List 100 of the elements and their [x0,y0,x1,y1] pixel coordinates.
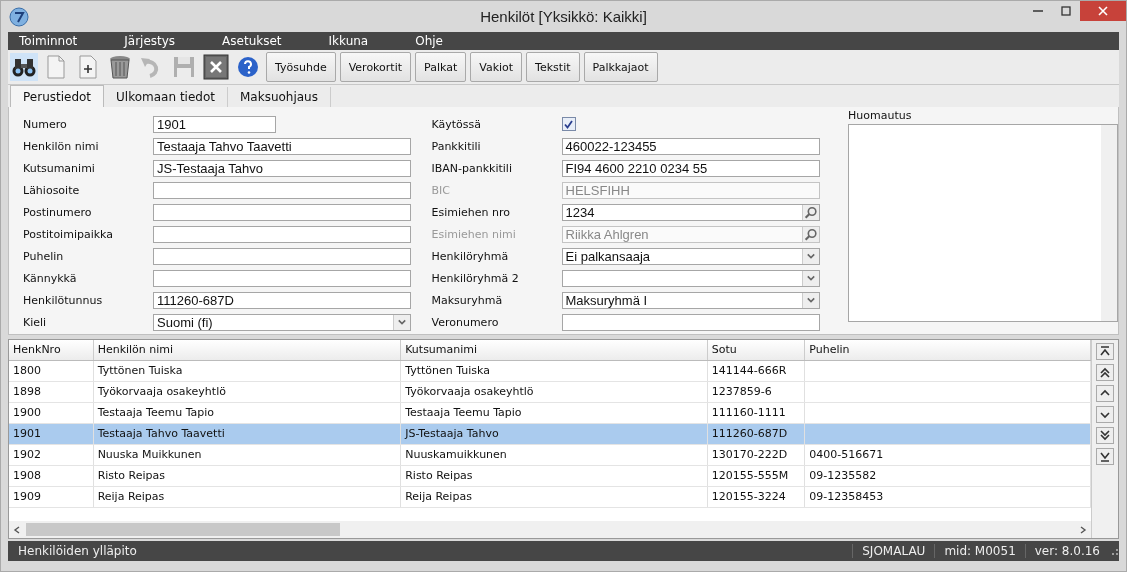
toolbar-button[interactable]: Palkkajaot [583,52,658,82]
menu-item[interactable]: Ohje [404,34,454,48]
horizontal-scrollbar[interactable] [9,521,1091,538]
toolbar-button[interactable]: Vakiot [470,52,523,82]
table-cell: Nuuskamuikkunen [401,445,708,465]
table-cell: Reija Reipas [93,487,402,507]
field-label: Kännykkä [23,271,78,285]
table-cell: 130170-222D [707,445,806,465]
close-icon [1098,6,1108,16]
table-cell: 1901 [9,424,94,444]
menu-item[interactable]: Toiminnot [8,34,89,48]
text-field[interactable] [153,181,411,199]
table-cell: Testaaja Teemu Tapio [401,403,708,423]
table-row[interactable]: 1800 Tyttönen Tuiska Tyttönen Tuiska 141144-666R [9,361,1091,382]
text-field[interactable]: JS-Testaaja Tahvo [153,159,411,177]
table-cell: 120155-555M [707,466,806,486]
menu-item[interactable]: Järjestys [113,34,187,48]
table-cell: 1237859-6 [707,382,806,402]
field-label: Puhelin [23,249,65,263]
field-label: Esimiehen nro [431,205,511,219]
column-header[interactable]: HenkNro [9,340,94,360]
dropdown[interactable]: Suomi (fi) [153,313,411,331]
field-label: IBAN-pankkitili [431,161,513,175]
column-header[interactable]: Henkilön nimi [93,340,402,360]
table-cell: 1898 [9,382,94,402]
table-cell: 1800 [9,361,94,381]
menu-item[interactable]: Asetukset [211,34,293,48]
table-row[interactable]: 1908 Risto Reipas Risto Reipas 120155-555M 09-1235582 [9,466,1091,487]
app-logo-icon [9,6,29,27]
checkbox[interactable] [561,117,576,131]
text-field[interactable]: FI94 4600 2210 0234 55 [561,159,820,177]
text-field[interactable]: 111260-687D [153,291,411,309]
text-field[interactable] [561,313,820,331]
search-icon[interactable] [801,226,819,242]
chevron-down-icon [801,248,819,264]
table-cell: 1900 [9,403,94,423]
dropdown[interactable] [561,269,820,287]
table-row[interactable]: 1901 Testaaja Tahvo Taavetti JS-Testaaja Tahvo 111260-687D [9,424,1091,445]
chevron-down-icon [801,270,819,286]
table-row[interactable]: 1902 Nuuska Muikkunen Nuuskamuikkunen 130170-222D 0400-516671 [9,445,1091,466]
column-header[interactable]: Kutsumanimi [401,340,708,360]
table-cell: 111260-687D [707,424,806,444]
field-label: Henkilöryhmä [431,249,510,263]
dropdown[interactable]: Maksuryhmä I [561,291,820,309]
toolbar-button[interactable]: Työsuhde [266,52,336,82]
window-title: Henkilöt [Yksikkö: Kaikki] [480,8,647,25]
minimize-icon [1033,10,1043,12]
lookup-field[interactable]: 1234 [561,203,820,221]
text-field[interactable] [153,247,411,265]
text-field[interactable] [153,203,411,221]
table-cell: Tyttönen Tuiska [401,361,708,381]
table-cell: Nuuska Muikkunen [93,445,402,465]
toolbar-button[interactable]: Palkat [415,52,467,82]
field-label: Käytössä [431,117,483,131]
table-cell: JS-Testaaja Tahvo [401,424,708,444]
table-cell: Testaaja Teemu Tapio [93,403,402,423]
status-user: SJOMALAU [852,544,935,558]
text-field[interactable] [153,269,411,287]
field-label: BIC [431,183,451,197]
dropdown[interactable]: Ei palkansaaja [561,247,820,265]
table-cell: Testaaja Tahvo Taavetti [93,424,402,444]
field-label: Henkilötunnus [23,293,104,307]
close-button[interactable] [1080,1,1126,21]
field-label: Pankkitili [431,139,482,153]
table-cell: Työkorvaaja osakeyhtlö [93,382,402,402]
menu-item[interactable]: Ikkuna [317,34,380,48]
table-row[interactable]: 1898 Työkorvaaja osakeyhtlö Työkorvaaja osakeyhtlö 1237859-6 [9,382,1091,403]
table-row[interactable]: 1909 Reija Reipas Reija Reipas 120155-3224 09-12358453 [9,487,1091,508]
table-cell: 111160-1111 [707,403,806,423]
table-cell: Reija Reipas [401,487,708,507]
status-module: mid: M0051 [934,544,1025,558]
table-cell: 1908 [9,466,94,486]
binoculars-icon[interactable] [10,53,38,81]
table-cell: Risto Reipas [401,466,708,486]
column-header[interactable]: Sotu [707,340,806,360]
chevron-down-icon [393,314,410,330]
toolbar-button[interactable]: Verokortit [339,52,412,82]
field-label: Esimiehen nimi [431,227,517,241]
tab[interactable]: Perustiedot [10,85,105,107]
resize-grip-icon[interactable] [1109,546,1119,556]
toolbar-button[interactable]: Tekstit [526,52,580,82]
field-label: Henkilöryhmä 2 [431,271,520,285]
status-version: ver: 8.0.16 [1024,544,1109,558]
field-label: Kieli [23,315,48,329]
field-label: Henkilön nimi [23,139,100,153]
field-label: Lähiosoite [23,183,81,197]
chevron-down-icon [801,292,819,308]
field-label: Veronumero [431,315,500,329]
close-icon[interactable] [202,53,230,81]
field-label: Maksuryhmä [431,293,504,307]
field-label: Huomautus [848,109,913,122]
text-field[interactable]: 460022-123455 [561,137,820,155]
text-field[interactable]: 1901 [153,115,276,133]
status-text: Henkilöiden ylläpito [17,544,137,558]
text-field[interactable] [153,225,411,243]
search-icon[interactable] [801,204,819,220]
field-label: Numero [23,117,68,131]
field-label: Postinumero [23,205,93,219]
table-cell: 141144-666R [707,361,806,381]
text-field[interactable]: Testaaja Tahvo Taavetti [153,137,411,155]
